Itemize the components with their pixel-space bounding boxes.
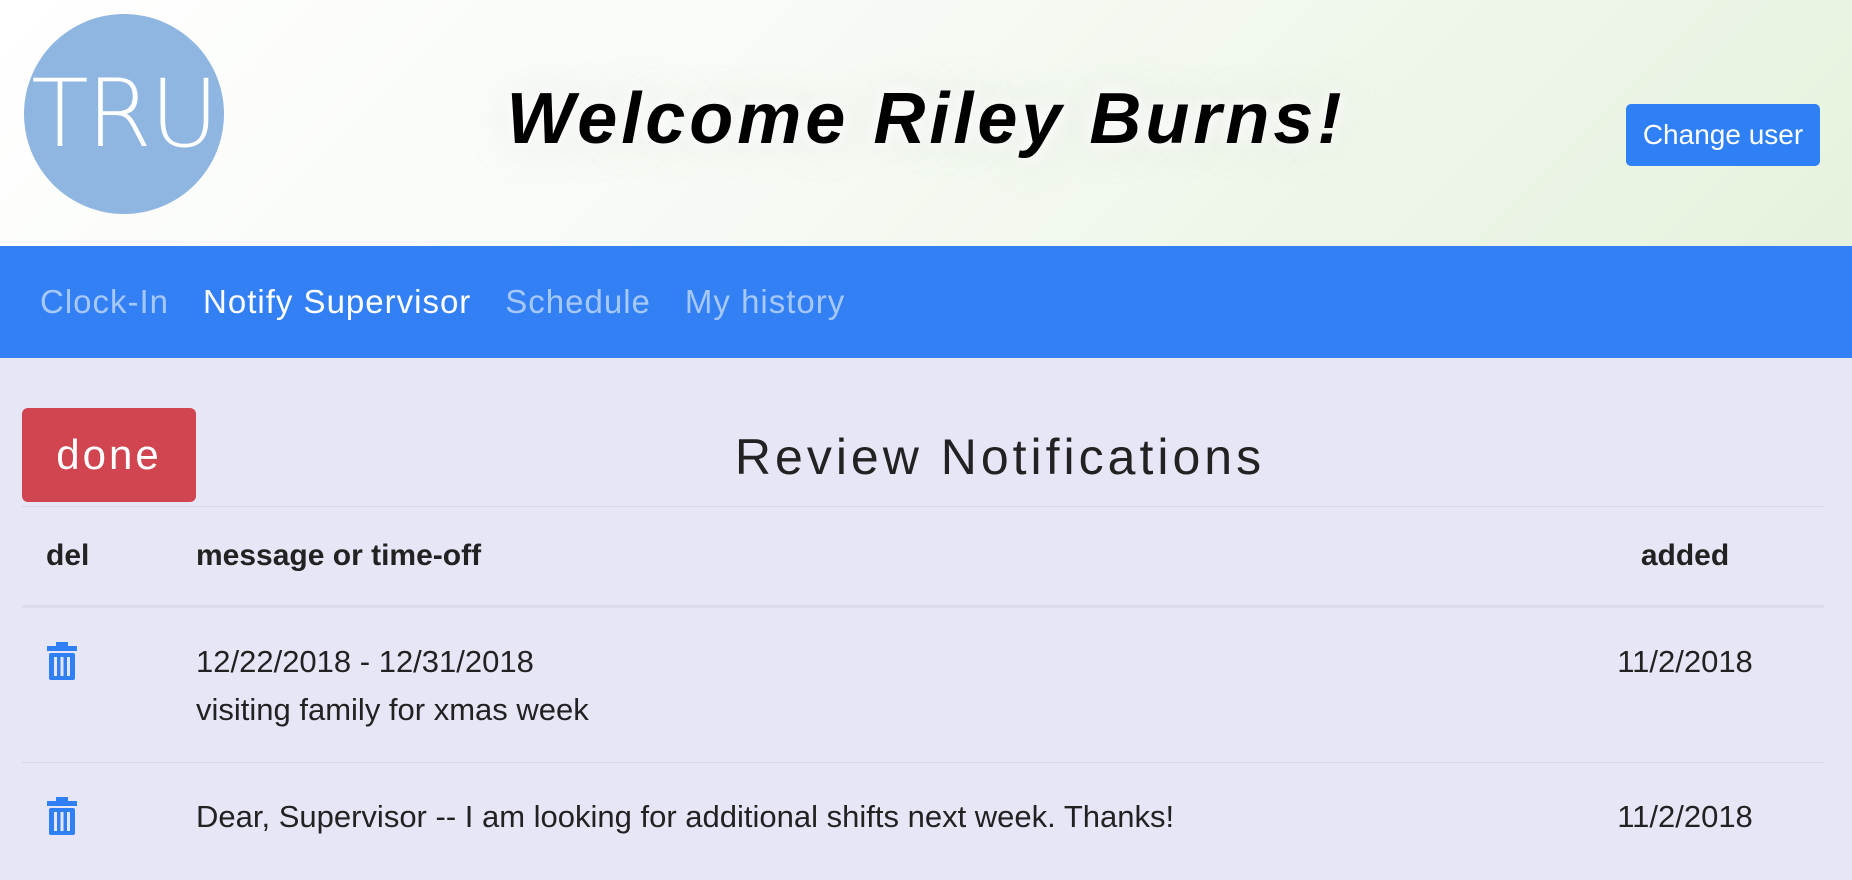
delete-cell <box>22 762 172 877</box>
table-header-row: del message or time-off added <box>22 506 1824 608</box>
trash-icon[interactable] <box>46 797 78 835</box>
table-row: 12/22/2018 - 12/31/2018 visiting family … <box>22 606 1824 763</box>
column-header-added: added <box>1546 506 1824 608</box>
message-text: Dear, Supervisor -- I am looking for add… <box>196 799 1175 834</box>
page-title: Review Notifications <box>734 429 1266 485</box>
message-text: visiting family for xmas week <box>196 692 589 727</box>
nav-item-clock-in[interactable]: Clock-In <box>40 283 169 321</box>
message-cell: Dear, Supervisor -- I am looking for add… <box>172 762 1546 877</box>
change-user-button[interactable]: Change user <box>1626 104 1820 166</box>
column-header-message: message or time-off <box>172 506 1546 608</box>
welcome-heading: Welcome Riley Burns! <box>506 79 1346 159</box>
trash-icon[interactable] <box>46 642 78 680</box>
nav-item-notify-supervisor[interactable]: Notify Supervisor <box>203 283 471 321</box>
time-off-range: 12/22/2018 - 12/31/2018 <box>196 644 534 679</box>
nav-bar: Clock-In Notify Supervisor Schedule My h… <box>0 246 1852 358</box>
notifications-table: del message or time-off added 12/22/2018… <box>22 506 1824 877</box>
table-row: Dear, Supervisor -- I am looking for add… <box>22 762 1824 877</box>
delete-cell <box>22 606 172 763</box>
added-date: 11/2/2018 <box>1546 606 1824 763</box>
message-cell: 12/22/2018 - 12/31/2018 visiting family … <box>172 606 1546 763</box>
header: TRU Welcome Riley Burns! Change user <box>0 0 1852 246</box>
nav-item-schedule[interactable]: Schedule <box>505 283 651 321</box>
nav-item-my-history[interactable]: My history <box>685 283 845 321</box>
added-date: 11/2/2018 <box>1546 762 1824 877</box>
column-header-del: del <box>22 506 172 608</box>
